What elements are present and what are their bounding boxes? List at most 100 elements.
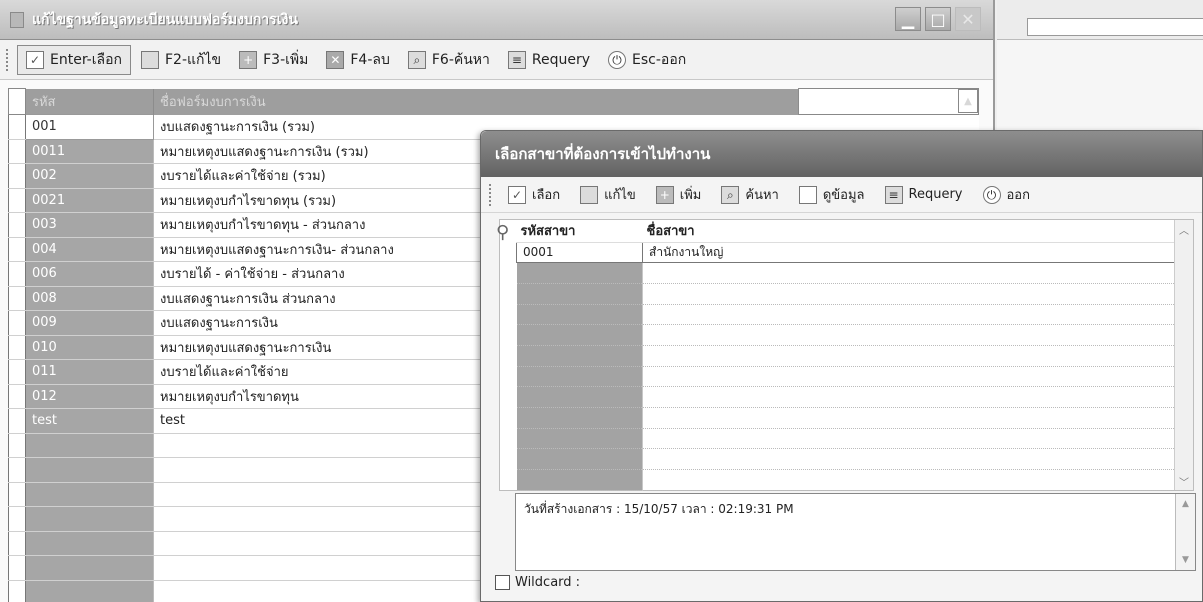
row-selector[interactable] bbox=[8, 310, 26, 336]
cell-branch-code[interactable] bbox=[516, 324, 643, 346]
cell-code[interactable]: 0021 bbox=[25, 188, 154, 213]
wildcard-option[interactable]: Wildcard : bbox=[495, 575, 580, 590]
table-row[interactable] bbox=[516, 304, 1192, 326]
cell-code[interactable] bbox=[25, 482, 154, 507]
cell-branch-name[interactable] bbox=[642, 386, 1192, 408]
table-row[interactable] bbox=[516, 366, 1192, 388]
row-selector[interactable] bbox=[8, 359, 26, 385]
exit-button[interactable]: ⏻ ออก bbox=[973, 180, 1041, 210]
cell-code[interactable]: 002 bbox=[25, 163, 154, 189]
cell-branch-name[interactable] bbox=[642, 428, 1192, 450]
view-data-button[interactable]: ดูข้อมูล bbox=[789, 180, 875, 210]
table-row[interactable]: 0001 สำนักงานใหญ่ bbox=[516, 241, 1192, 264]
cell-code[interactable] bbox=[25, 580, 154, 602]
minimize-button[interactable]: ▁ bbox=[895, 7, 921, 31]
cell-code[interactable]: 011 bbox=[25, 359, 154, 385]
row-selector[interactable] bbox=[8, 506, 26, 532]
table-row[interactable] bbox=[516, 345, 1192, 367]
branch-grid-scrollbar[interactable]: ︿ ﹀ bbox=[1174, 220, 1193, 490]
row-selector[interactable] bbox=[8, 335, 26, 360]
row-selector[interactable] bbox=[8, 580, 26, 602]
column-header-name[interactable]: ชื่อฟอร์มงบการเงิน bbox=[153, 88, 799, 115]
esc-exit-button[interactable]: ⏻ Esc-ออก bbox=[600, 45, 694, 75]
cell-branch-code[interactable] bbox=[516, 262, 643, 284]
wildcard-checkbox[interactable] bbox=[495, 575, 510, 590]
scroll-up-arrow-icon[interactable]: ︿ bbox=[1175, 220, 1193, 238]
f3-add-button[interactable]: + F3-เพิ่ม bbox=[231, 45, 316, 75]
memo-scrollbar[interactable]: ▲ ▼ bbox=[1175, 494, 1195, 570]
table-row[interactable] bbox=[516, 283, 1192, 305]
cell-branch-name[interactable] bbox=[642, 469, 1192, 491]
table-row[interactable] bbox=[516, 262, 1192, 284]
add-button[interactable]: + เพิ่ม bbox=[646, 180, 712, 210]
cell-branch-code[interactable] bbox=[516, 283, 643, 305]
memo-box[interactable]: วันที่สร้างเอกสาร : 15/10/57 เวลา : 02:1… bbox=[515, 493, 1196, 571]
cell-code[interactable]: test bbox=[25, 408, 154, 434]
cell-branch-name[interactable] bbox=[642, 262, 1192, 284]
row-selector[interactable] bbox=[8, 555, 26, 581]
table-row[interactable] bbox=[516, 324, 1192, 346]
edit-button[interactable]: แก้ไข bbox=[570, 180, 646, 210]
cell-code[interactable]: 010 bbox=[25, 335, 154, 360]
row-selector[interactable] bbox=[8, 163, 26, 189]
row-selector[interactable] bbox=[8, 433, 26, 458]
cell-code[interactable]: 004 bbox=[25, 237, 154, 262]
f4-delete-button[interactable]: ✕ F4-ลบ bbox=[318, 45, 397, 75]
cell-code[interactable] bbox=[25, 555, 154, 581]
cell-branch-code[interactable] bbox=[516, 304, 643, 326]
search-button[interactable]: ⌕ ค้นหา bbox=[711, 180, 788, 210]
cell-branch-code[interactable] bbox=[516, 345, 643, 367]
select-button[interactable]: ✓ เลือก bbox=[498, 180, 570, 210]
cell-branch-name[interactable] bbox=[642, 407, 1192, 429]
cell-branch-code[interactable] bbox=[516, 407, 643, 429]
scroll-down-arrow-icon[interactable]: ﹀ bbox=[1175, 472, 1193, 490]
cell-code[interactable] bbox=[25, 531, 154, 556]
column-header-code[interactable]: รหัส bbox=[25, 88, 154, 115]
scroll-down-arrow-icon[interactable]: ▼ bbox=[1176, 550, 1195, 570]
cell-branch-code[interactable] bbox=[516, 469, 643, 491]
row-selector[interactable] bbox=[8, 457, 26, 483]
row-selector[interactable] bbox=[8, 408, 26, 434]
table-row[interactable] bbox=[516, 407, 1192, 429]
table-row[interactable] bbox=[516, 448, 1192, 471]
row-selector[interactable] bbox=[8, 531, 26, 556]
table-row[interactable] bbox=[516, 386, 1192, 408]
cell-branch-code[interactable] bbox=[516, 366, 643, 388]
cell-branch-name[interactable] bbox=[642, 324, 1192, 346]
scroll-up-arrow-icon[interactable]: ▲ bbox=[958, 89, 978, 113]
row-selector[interactable] bbox=[8, 482, 26, 507]
row-selector[interactable] bbox=[8, 261, 26, 287]
cell-code[interactable] bbox=[25, 433, 154, 458]
requery-button[interactable]: ≡ Requery bbox=[500, 45, 598, 75]
cell-code[interactable]: 012 bbox=[25, 384, 154, 409]
toolbar-grip[interactable] bbox=[6, 48, 9, 71]
cell-branch-code[interactable] bbox=[516, 428, 643, 450]
table-row[interactable] bbox=[516, 428, 1192, 450]
f2-edit-button[interactable]: F2-แก้ไข bbox=[133, 45, 229, 75]
cell-branch-code[interactable] bbox=[516, 386, 643, 408]
row-selector[interactable] bbox=[8, 139, 26, 164]
cell-branch-code[interactable]: 0001 bbox=[516, 241, 643, 264]
maximize-button[interactable]: □ bbox=[925, 7, 951, 31]
row-selector[interactable] bbox=[8, 212, 26, 238]
cell-branch-name[interactable] bbox=[642, 366, 1192, 388]
row-selector[interactable] bbox=[8, 237, 26, 262]
toolbar-grip[interactable] bbox=[489, 183, 492, 206]
cell-code[interactable]: 006 bbox=[25, 261, 154, 287]
f6-search-button[interactable]: ⌕ F6-ค้นหา bbox=[400, 45, 498, 75]
column-header-branch-name[interactable]: ชื่อสาขา bbox=[642, 220, 1192, 243]
cell-code[interactable]: 008 bbox=[25, 286, 154, 311]
cell-code[interactable]: 009 bbox=[25, 310, 154, 336]
cell-code[interactable] bbox=[25, 506, 154, 532]
column-header-branch-code[interactable]: รหัสสาขา bbox=[516, 220, 643, 243]
close-button[interactable]: ✕ bbox=[955, 7, 981, 31]
cell-branch-name[interactable] bbox=[642, 345, 1192, 367]
branch-grid[interactable]: ⚲ รหัสสาขา ชื่อสาขา 0001 สำนักงานใหญ่ ︿ ﹀ bbox=[496, 219, 1194, 491]
row-selector[interactable] bbox=[8, 114, 26, 140]
row-selector[interactable] bbox=[8, 286, 26, 311]
enter-select-button[interactable]: ✓ Enter-เลือก bbox=[17, 44, 131, 75]
cell-code[interactable]: 0011 bbox=[25, 139, 154, 164]
cell-code[interactable]: 003 bbox=[25, 212, 154, 238]
cell-branch-code[interactable] bbox=[516, 448, 643, 471]
requery-button[interactable]: ≡ Requery bbox=[875, 180, 973, 210]
